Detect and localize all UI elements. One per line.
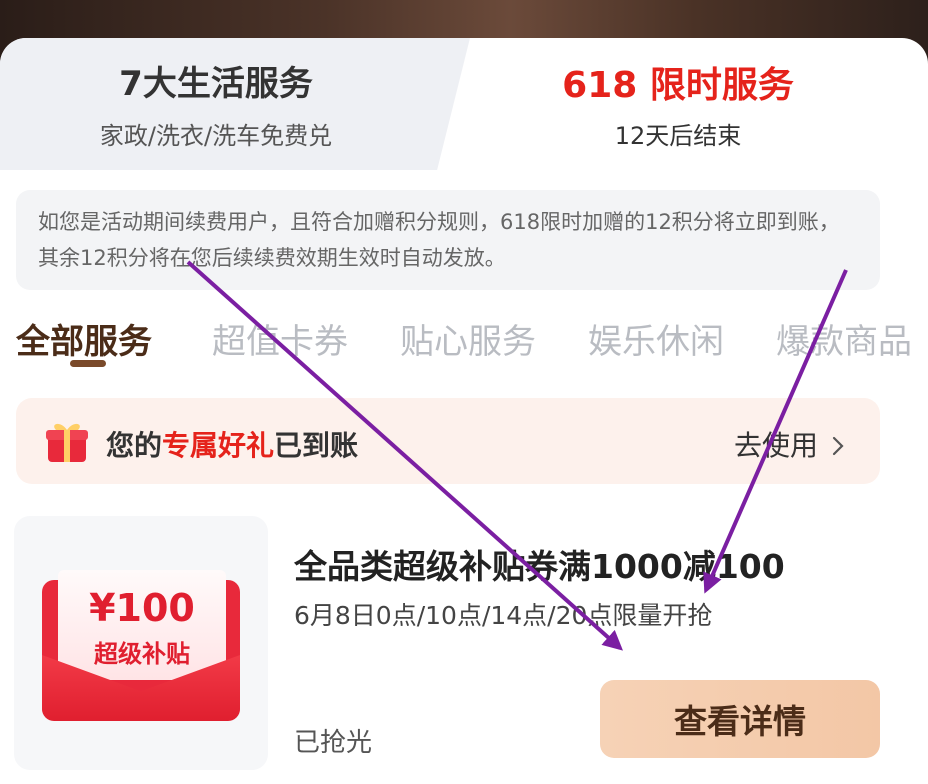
gift-icon xyxy=(46,423,88,462)
tab-618-services-subtitle: 12天后结束 xyxy=(614,122,742,150)
thumbnail-price: ¥100 xyxy=(89,586,195,630)
product-status: 已抢光 xyxy=(294,728,373,758)
product-title[interactable]: 全品类超级补贴券满1000减100 xyxy=(294,540,785,588)
category-tab-entertainment[interactable]: 娱乐休闲 xyxy=(588,314,724,363)
gift-message-prefix: 您的 xyxy=(106,429,163,462)
category-tab-care-services[interactable]: 贴心服务 xyxy=(400,314,536,363)
category-active-indicator xyxy=(70,360,106,367)
tab-618-services-title[interactable]: 618 限时服务 xyxy=(500,56,856,108)
notice-text: 如您是活动期间续费用户，且符合加赠积分规则，618限时加赠的12积分将立即到账，… xyxy=(16,190,880,290)
chevron-right-icon xyxy=(832,436,844,456)
product-subtitle: 6月8日0点/10点/14点/20点限量开抢 xyxy=(294,601,713,630)
tab-life-services-title[interactable]: 7大生活服务 xyxy=(0,56,432,105)
category-tab-all[interactable]: 全部服务 xyxy=(16,314,152,363)
gift-use-link[interactable]: 去使用 xyxy=(734,424,845,464)
thumbnail-label: 超级补贴 xyxy=(94,640,190,668)
gift-message-suffix: 已到账 xyxy=(274,429,359,462)
gift-message: 您的专属好礼已到账 xyxy=(106,424,358,464)
view-details-button[interactable]: 查看详情 xyxy=(600,680,880,758)
category-tab-hot-products[interactable]: 爆款商品 xyxy=(776,314,912,363)
tab-life-services-subtitle: 家政/洗衣/洗车免费兑 xyxy=(99,122,333,150)
category-tab-vouchers[interactable]: 超值卡券 xyxy=(212,314,348,363)
gift-use-label: 去使用 xyxy=(734,429,819,462)
gift-message-highlight: 专属好礼 xyxy=(162,429,275,462)
page-root: 7大生活服务 家政/洗衣/洗车免费兑 618 限时服务 12天后结束 如您是活动… xyxy=(0,0,928,784)
